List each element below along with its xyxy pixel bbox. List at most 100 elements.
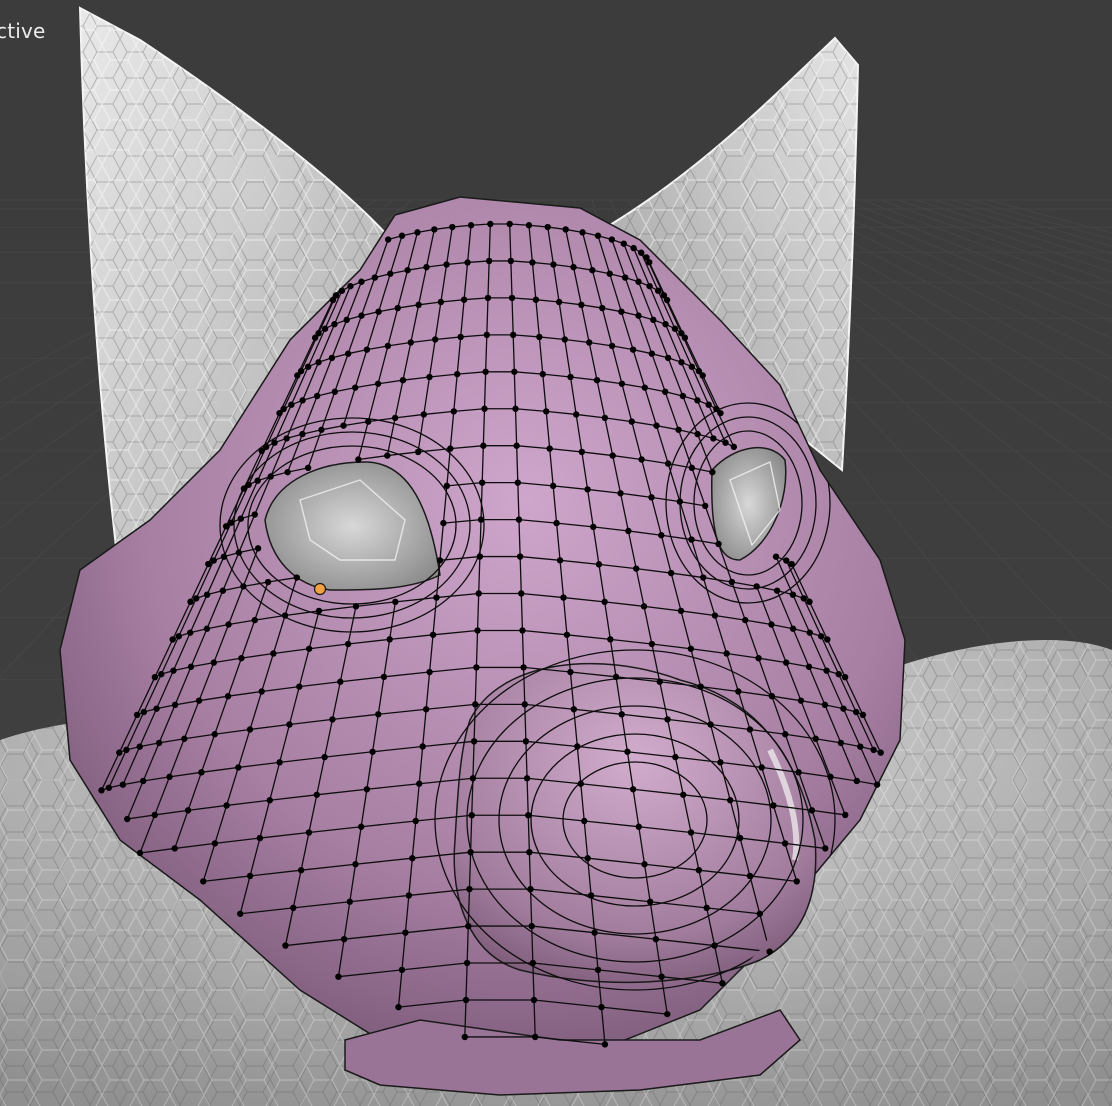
vertex[interactable] [570,706,578,713]
vertex[interactable] [283,435,290,442]
3d-viewport[interactable]: ctive [0,0,1112,1106]
vertex[interactable] [711,942,718,949]
vertex[interactable] [513,442,520,449]
vertex[interactable] [284,468,291,476]
vertex[interactable] [449,223,456,231]
vertex[interactable] [299,430,306,438]
vertex[interactable] [357,823,365,830]
vertex[interactable] [431,226,438,233]
vertex[interactable] [789,591,797,598]
vertex[interactable] [237,515,245,522]
vertex[interactable] [371,274,379,281]
vertex[interactable] [419,743,426,750]
vertex[interactable] [422,706,430,713]
vertex[interactable] [808,807,816,814]
vertex[interactable] [705,401,712,408]
vertex[interactable] [625,527,632,535]
vertex[interactable] [297,866,305,874]
vertex[interactable] [795,769,802,776]
vertex[interactable] [654,287,662,294]
vertex[interactable] [572,411,580,418]
vertex[interactable] [484,294,492,302]
vertex[interactable] [166,773,173,781]
vertex[interactable] [394,304,401,312]
vertex[interactable] [671,325,679,332]
vertex[interactable] [664,716,671,723]
vertex[interactable] [584,855,591,862]
vertex[interactable] [853,777,861,785]
vertex[interactable] [470,738,478,745]
vertex[interactable] [857,743,864,750]
vertex[interactable] [768,621,775,628]
vertex[interactable] [650,316,657,324]
vertex[interactable] [305,645,313,652]
vertex[interactable] [478,479,486,486]
vertex[interactable] [609,452,616,459]
vertex[interactable] [363,786,371,793]
vertex[interactable] [238,654,245,662]
vertex[interactable] [187,663,195,670]
vertex[interactable] [768,692,776,700]
vertex[interactable] [363,346,371,353]
vertex[interactable] [399,376,407,384]
vertex[interactable] [601,1041,609,1048]
vertex[interactable] [562,226,569,233]
vertex[interactable] [581,817,588,825]
vertex[interactable] [304,464,312,472]
vertex[interactable] [653,422,660,429]
vertex[interactable] [560,594,567,601]
vertex[interactable] [155,739,163,747]
vertex[interactable] [443,261,450,268]
vertex[interactable] [331,388,339,395]
vertex[interactable] [758,764,765,771]
vertex[interactable] [638,249,645,256]
vertex[interactable] [594,966,602,974]
vertex[interactable] [472,701,479,708]
vertex[interactable] [598,1003,605,1011]
vertex[interactable] [728,578,736,586]
vertex[interactable] [270,650,277,657]
vertex[interactable] [254,477,261,484]
vertex[interactable] [529,959,537,967]
vertex[interactable] [782,659,790,666]
vertex[interactable] [550,261,557,268]
vertex[interactable] [742,616,749,624]
vertex[interactable] [219,587,227,594]
vertex[interactable] [549,482,557,490]
vertex[interactable] [203,591,211,598]
vertex[interactable] [818,633,825,640]
vertex[interactable] [688,464,696,472]
vertex[interactable] [806,629,813,636]
vertex[interactable] [717,409,724,417]
vertex[interactable] [664,1010,671,1018]
vertex[interactable] [532,296,540,303]
vertex[interactable] [594,232,602,239]
vertex[interactable] [409,855,416,862]
vertex[interactable] [387,270,394,277]
vertex[interactable] [640,603,648,610]
vertex[interactable] [723,650,730,657]
vertex[interactable] [352,384,359,391]
vertex[interactable] [246,726,254,733]
vertex[interactable] [315,359,322,366]
vertex[interactable] [384,452,391,459]
vertex[interactable] [237,910,244,917]
vertex[interactable] [672,753,679,761]
vertex[interactable] [151,811,158,819]
vertex[interactable] [276,759,283,766]
vertex[interactable] [578,301,585,309]
vertex[interactable] [675,426,682,433]
vertex[interactable] [648,494,655,501]
vertex[interactable] [240,583,247,590]
vertex[interactable] [531,1033,539,1041]
vertex[interactable] [450,408,457,415]
vertex[interactable] [529,259,536,266]
vertex[interactable] [688,363,695,370]
vertex[interactable] [467,222,475,229]
vertex[interactable] [264,578,272,586]
vertex[interactable] [702,502,709,510]
vertex[interactable] [678,359,685,366]
vertex[interactable] [136,849,144,857]
vertex[interactable] [563,631,571,638]
vertex[interactable] [567,668,574,676]
